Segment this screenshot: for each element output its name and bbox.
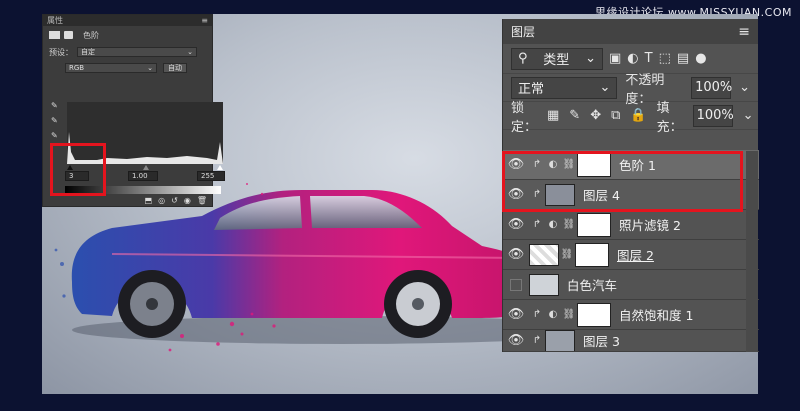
clip-arrow-icon: ↱ [532, 335, 542, 346]
preset-label: 预设： [49, 47, 73, 57]
white-point-slider[interactable] [217, 165, 223, 170]
input-white-field[interactable]: 255 [197, 171, 225, 181]
visibility-icon[interactable]: ◉ [184, 196, 191, 207]
mask-icon [64, 31, 73, 39]
layer-mask-thumbnail[interactable] [575, 242, 609, 267]
link-icon: ⛓ [560, 249, 574, 260]
chevron-down-icon: ⌄ [585, 51, 596, 66]
layer-row[interactable]: 👁 ↱ 图层 3 [503, 330, 759, 352]
gamma-slider[interactable] [143, 165, 149, 170]
gray-eyedropper-icon[interactable]: ✎ [51, 116, 58, 125]
adjustment-layer-icon: ◐ [548, 219, 558, 230]
adjustment-layer-icon: ◐ [548, 309, 558, 320]
layer-row[interactable]: 👁 ↱ ◐ ⛓ 自然饱和度 1 [503, 300, 759, 330]
highlight-box-layers [502, 151, 743, 212]
layer-name[interactable]: 自然饱和度 1 [619, 305, 693, 324]
blend-mode-select[interactable]: 正常 ⌄ [511, 76, 618, 99]
eye-icon[interactable]: 👁 [503, 217, 529, 232]
link-icon: ⛓ [562, 309, 576, 320]
eye-icon[interactable]: 👁 [503, 247, 529, 262]
lock-transparent-icon[interactable]: ▦ [547, 108, 559, 123]
blend-row: 正常 ⌄ 不透明度： 100% ⌄ [503, 73, 758, 107]
channel-select[interactable]: RGB ⌄ [65, 63, 157, 73]
filter-kind-select[interactable]: ⚲ 类型 ⌄ [511, 47, 603, 70]
properties-header: 属性 ≡ [43, 15, 212, 26]
channel-value: RGB [69, 64, 85, 72]
delete-icon[interactable]: 🗑 [197, 196, 207, 207]
lock-position-icon[interactable]: ✥ [590, 108, 601, 123]
layer-mask-thumbnail[interactable] [577, 302, 611, 327]
reset-icon[interactable]: ↺ [171, 196, 178, 207]
layer-row[interactable]: 白色汽车 [503, 270, 759, 300]
pixel-filter-icon[interactable]: ▣ [609, 51, 621, 66]
chevron-down-icon: ⌄ [599, 80, 611, 95]
channel-row: RGB ⌄ 自动 [43, 60, 212, 76]
preset-select[interactable]: 自定 ⌄ [77, 47, 197, 57]
auto-button[interactable]: 自动 [163, 63, 187, 73]
opacity-field[interactable]: 100% [691, 76, 732, 99]
layer-row[interactable]: 👁 ↱ ◐ ⛓ 照片滤镜 2 [503, 210, 759, 240]
chevron-down-icon[interactable]: ⌄ [743, 108, 754, 123]
clip-arrow-icon: ↱ [532, 219, 542, 230]
tab-layers[interactable]: 图层 [511, 23, 535, 40]
filter-toggle-icon[interactable]: ● [695, 51, 706, 66]
lock-artboard-icon[interactable]: ⧉ [611, 108, 620, 123]
lock-label: 锁定： [511, 100, 538, 135]
highlight-box-input [50, 143, 106, 196]
black-eyedropper-icon[interactable]: ✎ [51, 101, 58, 110]
properties-footer: ⬒ ◎ ↺ ◉ 🗑 [83, 196, 207, 207]
chevron-down-icon[interactable]: ⌄ [739, 80, 750, 95]
eye-hidden-box[interactable] [503, 278, 529, 291]
layers-header: 图层 ≡ [503, 19, 758, 44]
layers-scrollbar[interactable] [746, 151, 758, 352]
layer-thumbnail[interactable] [529, 243, 559, 266]
properties-title: 属性 [47, 16, 63, 25]
layer-name[interactable]: 白色汽车 [567, 275, 617, 294]
layer-name[interactable]: 图层 2 [617, 245, 654, 264]
clip-to-layer-icon[interactable]: ⬒ [145, 196, 153, 207]
input-gamma-field[interactable]: 1.00 [128, 171, 158, 181]
adjustment-type-row: 色阶 [43, 26, 212, 44]
lock-image-icon[interactable]: ✎ [569, 108, 580, 123]
eyedropper-group: ✎ ✎ ✎ [51, 101, 58, 140]
view-previous-icon[interactable]: ◎ [158, 196, 165, 207]
levels-icon [49, 31, 60, 39]
lock-all-icon[interactable]: 🔒 [630, 108, 646, 123]
search-icon: ⚲ [518, 51, 528, 66]
panel-menu-icon[interactable]: ≡ [201, 16, 208, 25]
layer-mask-thumbnail[interactable] [577, 212, 611, 237]
app-frame: 思缘设计论坛 www.MISSYUAN.COM 属性 ≡ 色阶 预设： 自定 ⌄… [0, 0, 800, 411]
layer-name[interactable]: 图层 3 [583, 331, 620, 350]
panel-menu-icon[interactable]: ≡ [738, 24, 750, 40]
layer-row[interactable]: 👁 ⛓ 图层 2 [503, 240, 759, 270]
fill-label: 填充： [656, 100, 683, 135]
filter-kind-value: 类型 [543, 53, 570, 68]
preset-value: 自定 [81, 48, 95, 56]
eye-icon[interactable]: 👁 [503, 333, 529, 348]
type-filter-icon[interactable]: T [645, 51, 653, 66]
clip-arrow-icon: ↱ [532, 309, 542, 320]
smart-object-filter-icon[interactable]: ▤ [677, 51, 689, 66]
chevron-down-icon: ⌄ [147, 64, 153, 72]
layer-thumbnail[interactable] [529, 273, 559, 296]
shape-filter-icon[interactable]: ⬚ [659, 51, 671, 66]
layer-name[interactable]: 照片滤镜 2 [619, 215, 681, 234]
eye-icon[interactable]: 👁 [503, 307, 529, 322]
link-icon: ⛓ [562, 219, 576, 230]
preset-row: 预设： 自定 ⌄ [43, 44, 212, 60]
adjustment-name: 色阶 [83, 30, 99, 40]
blend-mode-value: 正常 [518, 82, 545, 97]
adjustment-filter-icon[interactable]: ◐ [627, 51, 638, 66]
white-eyedropper-icon[interactable]: ✎ [51, 131, 58, 140]
chevron-down-icon: ⌄ [187, 48, 193, 56]
layer-thumbnail[interactable] [545, 330, 575, 351]
fill-field[interactable]: 100% [692, 104, 734, 127]
